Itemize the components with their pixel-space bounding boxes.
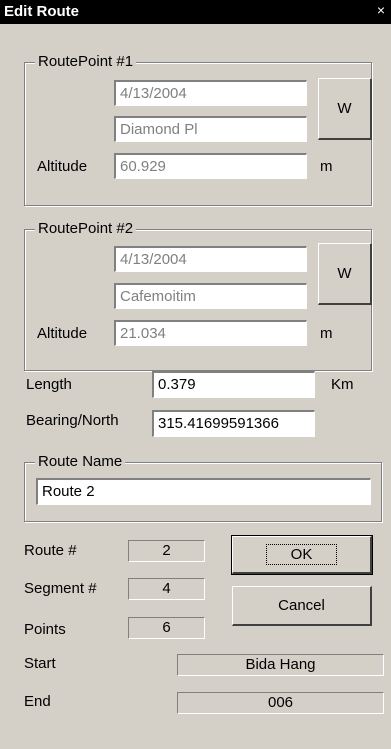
points-value: 6 (128, 617, 205, 639)
routepoint1-altitude-field[interactable]: 60.929 (114, 153, 307, 179)
routepoint2-altitude-unit: m (320, 325, 333, 342)
routepoint1-altitude-label: Altitude (37, 158, 88, 175)
bearing-label: Bearing/North (26, 412, 119, 429)
start-value: Bida Hang (177, 654, 384, 676)
cancel-button[interactable]: Cancel (232, 586, 372, 626)
length-label: Length (26, 376, 72, 393)
routepoint2-altitude-field[interactable]: 21.034 (114, 320, 307, 346)
ok-button[interactable]: OK (231, 535, 373, 575)
routepoint2-date-field[interactable]: 4/13/2004 (114, 246, 307, 272)
routepoint2-w-button[interactable]: W (318, 243, 372, 305)
length-field[interactable]: 0.379 (152, 371, 315, 398)
route-name-legend: Route Name (35, 453, 126, 470)
routepoint1-name-field[interactable]: Diamond Pl (114, 116, 307, 142)
routepoint1-w-button[interactable]: W (318, 78, 372, 140)
ok-button-label: OK (265, 544, 338, 565)
close-icon[interactable]: × (374, 2, 388, 18)
segment-number-label: Segment # (24, 580, 97, 597)
title-bar: Edit Route × (0, 0, 391, 24)
routepoint2-legend: RoutePoint #2 (35, 220, 137, 237)
bearing-field[interactable]: 315.41699591366 (152, 410, 315, 437)
points-label: Points (24, 621, 66, 638)
route-number-label: Route # (24, 542, 77, 559)
routepoint1-altitude-unit: m (320, 158, 333, 175)
length-unit: Km (331, 376, 354, 393)
routepoint1-legend: RoutePoint #1 (35, 53, 137, 70)
window-title: Edit Route (4, 3, 79, 20)
routepoint1-date-field[interactable]: 4/13/2004 (114, 80, 307, 106)
end-label: End (24, 693, 51, 710)
segment-number-value: 4 (128, 578, 205, 600)
route-number-value: 2 (128, 540, 205, 562)
routepoint2-name-field[interactable]: Cafemoitim (114, 283, 307, 309)
start-label: Start (24, 655, 56, 672)
end-value: 006 (177, 692, 384, 714)
route-name-field[interactable]: Route 2 (36, 478, 371, 505)
routepoint2-altitude-label: Altitude (37, 325, 88, 342)
